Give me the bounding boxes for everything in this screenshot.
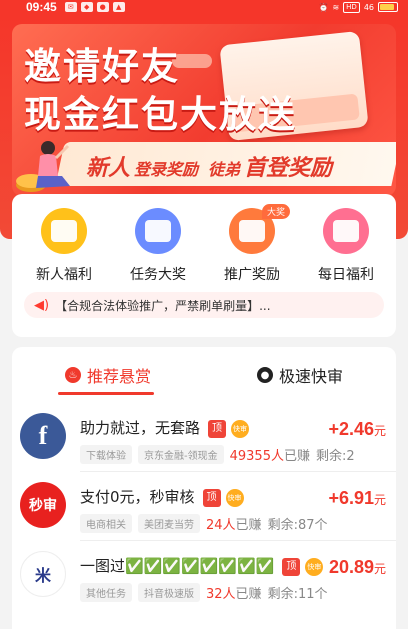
tab-recommended-bounty[interactable]: ♨ 推荐悬赏 <box>12 347 204 403</box>
speaker-icon: ◀) <box>34 297 50 313</box>
alarm-icon: ⏰ <box>318 2 329 12</box>
task-logo: 米 <box>20 551 66 597</box>
banner-title-line1: 邀请好友 <box>24 45 180 88</box>
feature-promotion-reward[interactable]: 大奖 推广奖励 <box>216 204 290 284</box>
top-tag: 顶 <box>208 419 227 438</box>
top-tag: 顶 <box>282 557 301 576</box>
remaining-count: 剩余:87个 <box>267 518 328 533</box>
status-time: 09:45 <box>26 0 57 14</box>
remaining-count: 剩余:2 <box>315 449 355 464</box>
fast-review-tag: 快审 <box>225 488 244 507</box>
app-icon: ◆ <box>80 2 93 12</box>
task-logo: 秒审 <box>20 482 66 528</box>
task-list-card: ♨ 推荐悬赏 ● 极速快审 f 助力就过，无套路顶快审 +2.46元 下载体验 … <box>12 347 396 629</box>
task-tag: 下载体验 <box>80 445 132 464</box>
task-reward: 20.89元 <box>328 557 386 577</box>
chat-icon: ● <box>96 2 109 12</box>
task-title: 支付0元，秒审核顶快审 <box>80 488 244 507</box>
signal-icon: 46 <box>363 2 374 12</box>
shield-icon: ▲ <box>112 2 125 12</box>
tab-fast-review[interactable]: ● 极速快审 <box>204 347 396 403</box>
fast-review-tag: 快审 <box>305 557 324 576</box>
earned-count: 32人已赚 <box>206 587 262 602</box>
wifi-icon: ≋ <box>332 2 340 12</box>
feature-newbie-benefit[interactable]: 新人福利 <box>28 208 100 284</box>
task-reward: +2.46元 <box>328 419 386 439</box>
big-prize-badge: 大奖 <box>261 204 290 219</box>
task-title: 一图过✅✅✅✅✅✅✅✅ 顶快审 <box>80 557 324 576</box>
task-tag: 其他任务 <box>80 583 132 602</box>
top-tag: 顶 <box>202 488 221 507</box>
woman-illustration <box>36 141 70 188</box>
notice-text: 【合规合法体验推广，严禁刷单刷量】... <box>55 298 271 313</box>
task-reward: +6.91元 <box>328 488 386 508</box>
features-card: 新人福利 任务大奖 大奖 推广奖励 每日福利 ◀) 【合规合法体验推广，严禁刷单… <box>12 194 396 337</box>
task-item[interactable]: 秒审 支付0元，秒审核顶快审 +6.91元 电商相关 美团麦当劳 24人已赚 剩… <box>12 472 396 541</box>
fast-review-tag: 快审 <box>231 419 250 438</box>
task-tag: 美团麦当劳 <box>138 514 200 533</box>
task-logo: f <box>20 413 66 459</box>
task-item[interactable]: 米 一图过✅✅✅✅✅✅✅✅ 顶快审 20.89元 其他任务 抖音极速版 32人已赚… <box>12 541 396 610</box>
notice-bar[interactable]: ◀) 【合规合法体验推广，严禁刷单刷量】... <box>24 292 384 318</box>
gift-box-icon <box>41 208 87 254</box>
battery-icon <box>378 2 398 12</box>
invite-banner[interactable]: 邀请好友 现金红包大放送 新人 登录奖励 徒弟 首登奖励 <box>12 24 396 196</box>
feature-daily-benefit[interactable]: 每日福利 <box>310 208 382 284</box>
banner-title-line2: 现金红包大放送 <box>24 93 297 136</box>
promo-text: 新人 登录奖励 徒弟 首登奖励 <box>86 156 333 181</box>
clipboard-icon <box>135 208 181 254</box>
task-tag: 电商相关 <box>80 514 132 533</box>
earned-count: 49355人已赚 <box>229 449 310 464</box>
hd-icon: HD <box>343 1 360 13</box>
status-bar: 09:45 ✉ ◆ ● ▲ ⏰ ≋ HD 46 <box>0 0 408 14</box>
user-icon: ● <box>256 367 273 383</box>
task-item[interactable]: f 助力就过，无套路顶快审 +2.46元 下载体验 京东金融-领现金 49355… <box>12 403 396 472</box>
notification-icon: ✉ <box>64 2 77 12</box>
task-tag: 京东金融-领现金 <box>138 445 224 464</box>
task-title: 助力就过，无套路顶快审 <box>80 419 250 438</box>
earned-count: 24人已赚 <box>206 518 262 533</box>
feature-task-rewards[interactable]: 任务大奖 <box>122 208 194 284</box>
task-tag: 抖音极速版 <box>138 583 200 602</box>
remaining-count: 剩余:11个 <box>267 587 328 602</box>
calendar-icon <box>323 208 369 254</box>
flame-icon: ♨ <box>64 367 81 383</box>
